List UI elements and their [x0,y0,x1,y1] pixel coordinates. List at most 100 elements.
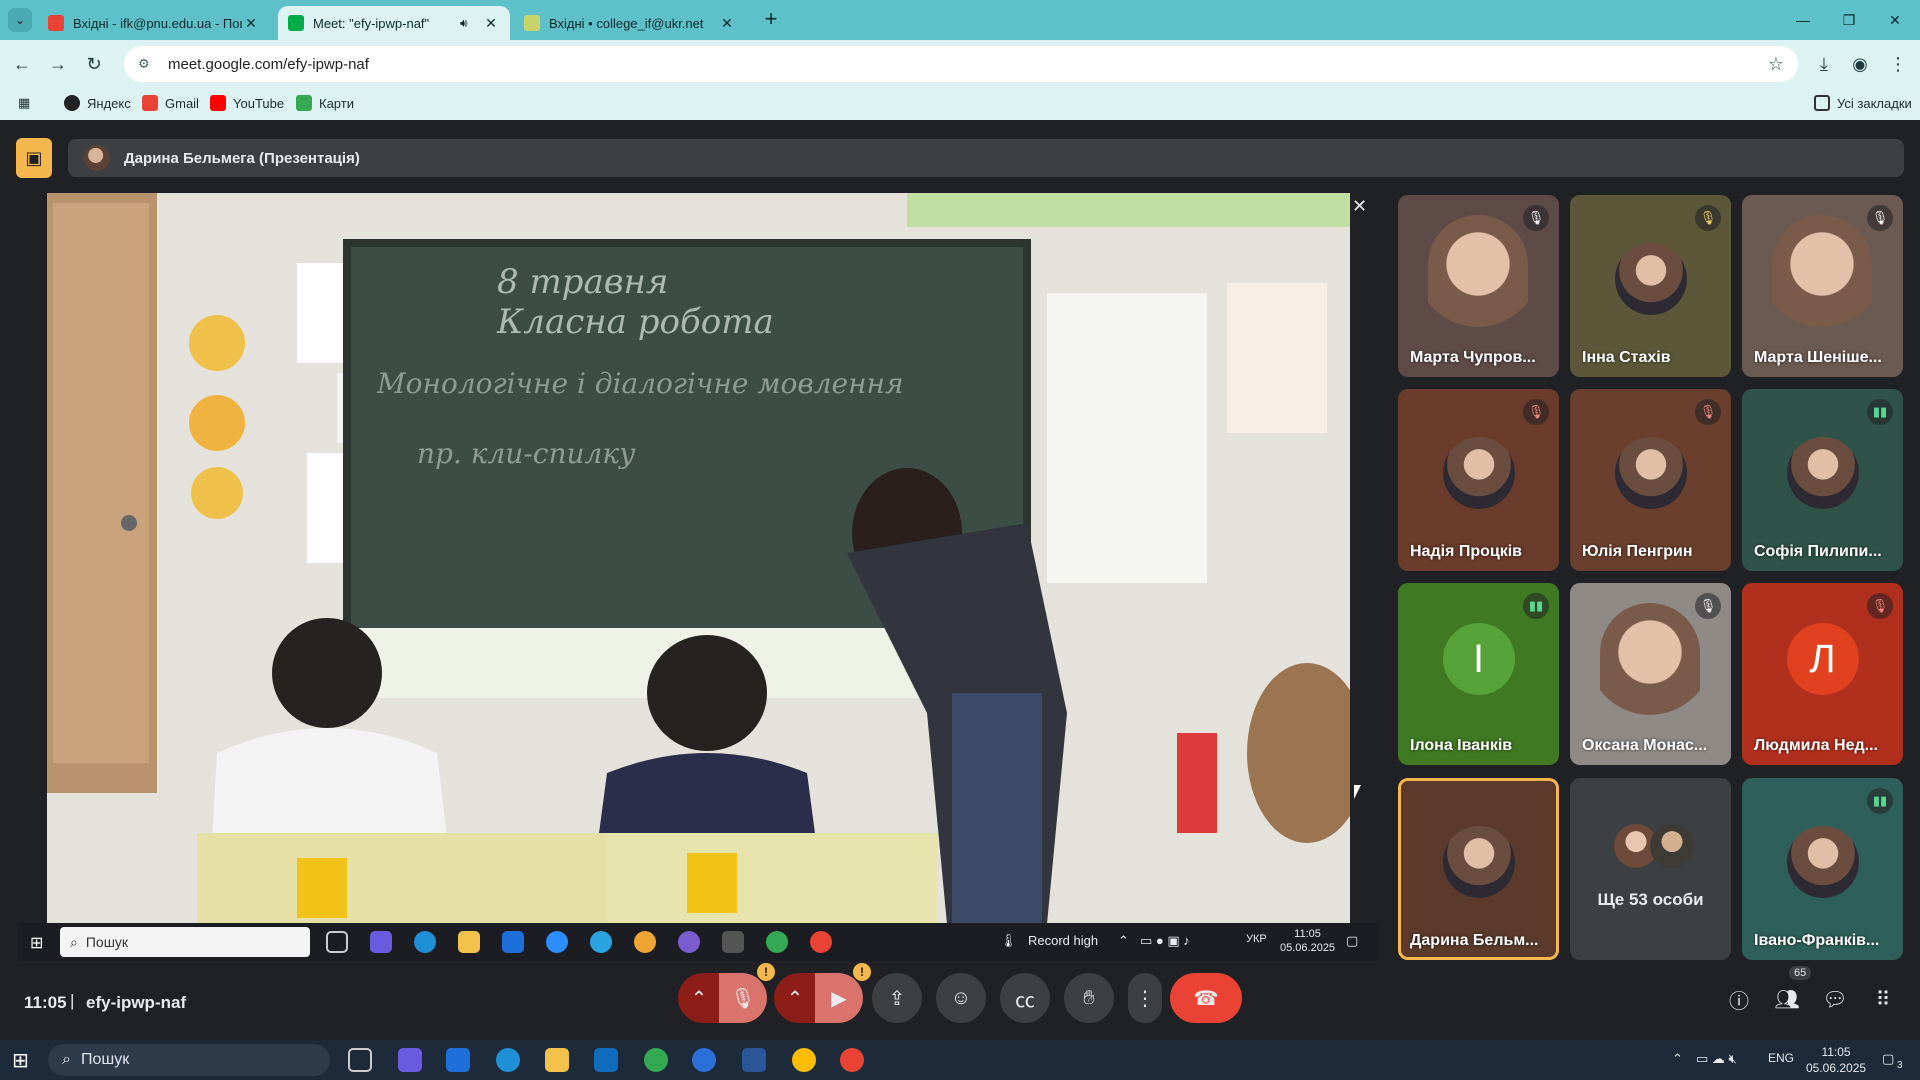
participants-count: 65 [1789,966,1812,980]
menu-icon[interactable]: ⋮ [1884,50,1912,78]
restore-button[interactable]: ❐ [1826,6,1872,34]
tray-chevron-icon[interactable]: ⌃ [1672,1051,1683,1067]
participant-tile[interactable]: ▮▮ Софія Пилипи... [1742,389,1903,571]
chat-icon[interactable]: 💬︎ [1820,984,1850,1014]
participant-tile[interactable]: 🎙︎ Інна Стахів [1570,195,1731,377]
participant-tile[interactable]: 🎙︎ Марта Шеніше... [1742,195,1903,377]
download-icon[interactable]: ⤓ [1810,50,1838,78]
apps-icon[interactable]: ▦ [18,95,30,111]
notification-icon[interactable]: ▢ [1882,1051,1894,1067]
word-icon[interactable] [742,1048,766,1072]
chrome-icon[interactable] [840,1048,864,1072]
participant-tile[interactable]: 🎙︎ Оксана Монас... [1570,583,1731,765]
speaker-icon[interactable]: 🔊︎ [460,16,478,31]
shared-lang: УКР [1246,933,1267,945]
video-options-button[interactable]: ⌃ [774,973,816,1023]
participant-tile[interactable]: ▮▮ Івано-Франків... [1742,778,1903,960]
gmail-icon [48,15,64,31]
taskbar-lang[interactable]: ENG [1768,1051,1794,1065]
edge-icon [414,931,436,953]
mic-off-icon: 🎙︎ [1695,593,1721,619]
search-icon: ⌕ [70,933,78,950]
reload-button[interactable]: ↻ [80,50,108,78]
bookmark-youtube[interactable]: YouTube [210,95,284,111]
camera-off-icon: ▶︎ [831,987,847,1010]
participant-tile[interactable]: 🎙︎ Юлія Пенгрин [1570,389,1731,571]
outlook-icon[interactable] [594,1048,618,1072]
tray-icons: ▭ ● ▣ ♪ [1140,933,1190,948]
mic-off-icon: 🎙︎ [1867,593,1893,619]
participant-tile[interactable]: Дарина Бельм... [1398,778,1559,960]
microphone-button[interactable]: 🎙︎ ! [719,963,775,1023]
tab-title: Meet: "efy-ipwp-naf" [313,15,430,31]
participant-tile[interactable]: 🎙︎ Надія Процків [1398,389,1559,571]
shared-clock-date: 05.06.2025 [1280,942,1336,954]
shared-screen[interactable]: 8 травня Класна робота Монологічне і діа… [47,193,1350,924]
forward-button[interactable]: → [44,50,72,78]
address-bar[interactable]: ⚙ meet.google.com/efy-ipwp-naf ☆ [124,46,1798,82]
bookmark-yandex[interactable]: Яндекс [64,95,131,111]
minimize-button[interactable]: — [1780,6,1826,34]
hand-icon: ✋︎ [1083,986,1095,1009]
raise-hand-button[interactable]: ✋︎ [1064,973,1114,1023]
profile-icon[interactable]: ◉ [1846,50,1874,78]
copilot-icon[interactable] [398,1048,422,1072]
meeting-info-icon[interactable]: ⓘ [1724,984,1754,1014]
taskbar-clock-time: 11:05 [1821,1045,1851,1059]
bookmarks-bar: ▦ Яндекс Gmail YouTube Карти Усі закладк… [0,88,1920,120]
reactions-button[interactable]: ☺ [936,973,986,1023]
svg-text:Монологічне і діалогічне мовле: Монологічне і діалогічне мовлення [376,367,904,400]
meeting-time: 11:05 [24,993,67,1012]
close-window-button[interactable]: ✕ [1872,6,1918,34]
edge-icon[interactable] [496,1048,520,1072]
close-icon[interactable]: ✕ [482,15,500,32]
yandex-icon [64,95,80,111]
back-button[interactable]: ← [8,50,36,78]
close-icon[interactable]: ✕ [242,15,260,32]
avatar [1786,825,1859,898]
participant-tile[interactable]: 🎙︎ Марта Чупров... [1398,195,1559,377]
all-bookmarks[interactable]: Усі закладки [1814,95,1912,111]
site-info-icon[interactable]: ⚙ [138,56,154,72]
chrome-icon[interactable] [792,1048,816,1072]
more-participants-tile[interactable]: Ще 53 особи [1570,778,1731,960]
close-icon[interactable]: ✕ [1352,196,1367,217]
participant-tile[interactable]: Л 🎙︎ Людмила Нед... [1742,583,1903,765]
captions-button[interactable]: ㏄ [1000,973,1050,1023]
camera-button[interactable]: ▶︎ ! [815,963,871,1023]
file-explorer-icon[interactable] [545,1048,569,1072]
shared-clock-time: 11:05 [1294,928,1321,940]
tab-search-button[interactable]: ⌄ [8,8,32,32]
bookmark-label: Яндекс [87,95,131,111]
mouse-cursor [1354,785,1361,799]
presentation-icon[interactable]: ▣ [16,138,52,178]
bookmark-maps[interactable]: Карти [296,95,354,111]
mic-off-icon: 🎙︎ [730,987,756,1010]
chrome-icon [766,931,788,953]
participant-tile[interactable]: І ▮▮ Ілона Іванків [1398,583,1559,765]
tab-gmail[interactable]: Вхідні - ifk@pnu.edu.ua - Пош ✕ [38,6,270,40]
chrome-icon[interactable] [644,1048,668,1072]
leave-call-button[interactable]: ☎︎ [1170,973,1242,1023]
zoom-icon[interactable] [692,1048,716,1072]
captions-icon: ㏄ [1015,989,1035,1012]
tab-meet[interactable]: Meet: "efy-ipwp-naf" 🔊︎ ✕ [278,6,510,40]
audio-options-button[interactable]: ⌃ [678,973,720,1023]
new-tab-button[interactable]: + [758,8,784,32]
present-button[interactable]: ⇪ [872,973,922,1023]
close-icon[interactable]: ✕ [718,15,736,32]
store-icon[interactable] [446,1048,470,1072]
activities-icon[interactable]: ⠿ [1868,984,1898,1014]
tab-ukrnet[interactable]: Вхідні • college_if@ukr.net ✕ [514,6,746,40]
taskbar-search[interactable]: ⌕ Пошук [48,1044,330,1076]
taskbar-clock[interactable]: 11:05 05.06.2025 [1806,1044,1866,1076]
weather-text: Record high [1028,933,1099,948]
tray-icons[interactable]: ▭ ☁ 🔇︎ [1696,1051,1737,1067]
classroom-video: 8 травня Класна робота Монологічне і діа… [47,193,1350,924]
more-options-button[interactable]: ⋮ [1128,973,1162,1023]
people-icon[interactable]: 👥︎ [1772,984,1802,1014]
task-view-icon[interactable] [348,1048,372,1072]
bookmark-gmail[interactable]: Gmail [142,95,199,111]
bookmark-star-icon[interactable]: ☆ [1768,54,1784,75]
windows-start-icon[interactable]: ⊞ [12,1048,29,1073]
